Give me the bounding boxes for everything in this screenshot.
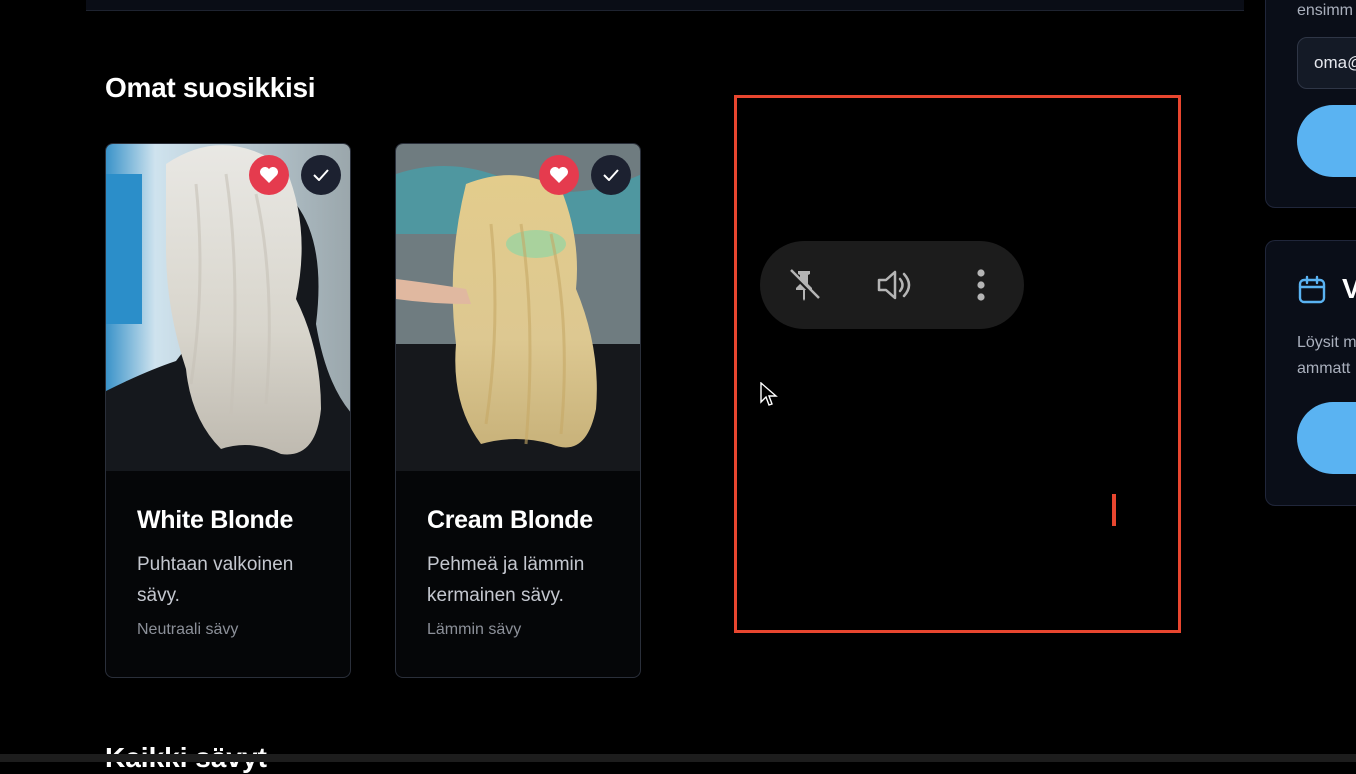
mouse-cursor-icon <box>760 382 778 406</box>
recording-marker <box>1112 494 1116 526</box>
book-button[interactable] <box>1297 402 1356 474</box>
favorite-card[interactable]: White Blonde Puhtaan valkoinen sävy. Neu… <box>105 143 351 678</box>
card-description: Pehmeä ja lämmin kermainen sävy. <box>427 554 585 606</box>
booking-heading: V <box>1342 273 1356 304</box>
booking-text-line2: ammatt <box>1297 360 1351 377</box>
pin-off-icon <box>788 269 820 301</box>
check-icon <box>313 169 329 181</box>
more-vertical-icon <box>977 269 985 301</box>
calendar-icon <box>1298 275 1326 304</box>
bottom-bar <box>0 754 1356 762</box>
newsletter-card: ensimm <box>1265 0 1356 208</box>
card-tone: Lämmin sävy <box>427 621 522 638</box>
favorite-card[interactable]: Cream Blonde Pehmeä ja lämmin kermainen … <box>395 143 641 678</box>
favorites-section-title: Omat suosikkisi <box>105 72 316 103</box>
card-tone: Neutraali sävy <box>137 621 239 638</box>
card-title: Cream Blonde <box>427 506 593 534</box>
check-icon <box>603 169 619 181</box>
select-check-button[interactable] <box>591 155 631 195</box>
subscribe-button[interactable] <box>1297 105 1356 177</box>
heart-icon <box>260 167 278 183</box>
video-controls-bar <box>760 241 1024 329</box>
booking-card: V Löysit m ammatt <box>1265 240 1356 506</box>
favorite-heart-button[interactable] <box>539 155 579 195</box>
heart-icon <box>550 167 568 183</box>
unpin-button[interactable] <box>782 263 826 307</box>
more-options-button[interactable] <box>959 263 1003 307</box>
volume-button[interactable] <box>871 263 915 307</box>
video-panel[interactable] <box>734 95 1181 633</box>
top-bar <box>86 0 1244 11</box>
booking-text-line1: Löysit m <box>1297 334 1356 351</box>
volume-icon <box>877 270 911 300</box>
card-title: White Blonde <box>137 506 294 534</box>
card-description: Puhtaan valkoinen sävy. <box>137 554 294 606</box>
newsletter-text: ensimm <box>1297 2 1354 19</box>
favorite-heart-button[interactable] <box>249 155 289 195</box>
select-check-button[interactable] <box>301 155 341 195</box>
email-field[interactable] <box>1297 37 1356 89</box>
